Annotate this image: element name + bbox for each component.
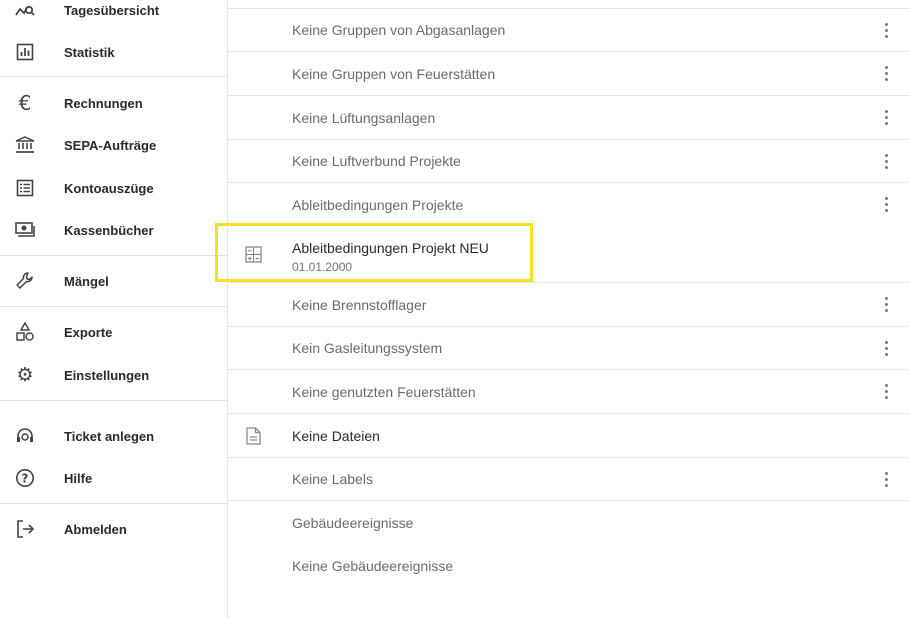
sidebar-divider <box>0 503 227 504</box>
sidebar-item-ticket-anlegen[interactable]: Ticket anlegen <box>0 418 227 454</box>
sidebar-item-label: Tagesübersicht <box>64 2 160 18</box>
sidebar-item-label: Ticket anlegen <box>64 428 155 444</box>
sidebar-item-label: Kassenbücher <box>64 222 154 238</box>
bar-chart-icon <box>15 42 35 62</box>
more-vert-icon[interactable] <box>878 382 894 402</box>
logout-icon <box>15 519 35 539</box>
list-item-label: Keine Brennstofflager <box>292 296 427 313</box>
sidebar-item-einstellungen[interactable]: ⚙ Einstellungen <box>0 357 227 393</box>
sidebar-item-label: SEPA-Aufträge <box>64 137 157 153</box>
sidebar-item-statistik[interactable]: Statistik <box>0 34 227 70</box>
list-item-label: Keine genutzten Feuerstätten <box>292 383 476 400</box>
sidebar-item-kassenbuecher[interactable]: Kassenbücher <box>0 212 227 248</box>
sidebar-divider <box>0 255 227 256</box>
sidebar-item-tagesuebersicht[interactable]: Tagesübersicht <box>0 0 227 28</box>
sidebar-item-label: Exporte <box>64 324 113 340</box>
list-item-files[interactable]: Keine Dateien <box>228 414 910 457</box>
more-vert-icon[interactable] <box>878 469 894 489</box>
list-item-label: Keine Gruppen von Feuerstätten <box>292 65 496 82</box>
list-document-icon <box>15 178 35 198</box>
svg-text:?: ? <box>22 472 29 486</box>
list-item-label: Keine Lüftungsanlagen <box>292 109 436 126</box>
sidebar-divider <box>0 400 227 401</box>
more-vert-icon[interactable] <box>878 108 894 128</box>
list-item[interactable]: Gebäudeereignisse <box>228 501 910 544</box>
list-item-label: Keine Dateien <box>292 427 380 444</box>
sidebar-item-rechnungen[interactable]: € Rechnungen <box>0 85 227 121</box>
list-item-label: Gebäudeereignisse <box>292 514 414 531</box>
more-vert-icon[interactable] <box>878 151 894 171</box>
shapes-icon <box>15 322 35 342</box>
list-item[interactable]: Keine Brennstofflager <box>228 283 910 326</box>
sidebar-item-maengel[interactable]: Mängel <box>0 263 227 299</box>
list-item-label: Keine Gebäudeereignisse <box>292 557 454 574</box>
list-item[interactable]: Keine Gruppen von Abgasanlagen <box>228 9 910 51</box>
list-item[interactable]: Keine Gruppen von Feuerstätten <box>228 52 910 95</box>
sidebar-item-label: Hilfe <box>64 470 93 486</box>
more-vert-icon[interactable] <box>878 295 894 315</box>
sidebar-item-kontoauszuege[interactable]: Kontoauszüge <box>0 170 227 206</box>
sidebar-item-label: Kontoauszüge <box>64 180 154 196</box>
more-vert-icon[interactable] <box>878 20 894 40</box>
list-item[interactable]: Ableitbedingungen Projekte <box>228 183 910 226</box>
main-list: Keine Gruppen von Abgasanlagen Keine Gru… <box>228 0 910 618</box>
list-item[interactable]: Keine Labels <box>228 458 910 500</box>
sidebar-divider <box>0 306 227 307</box>
document-icon <box>244 427 262 445</box>
more-vert-icon[interactable] <box>878 195 894 215</box>
list-item[interactable]: Keine Lüftungsanlagen <box>228 96 910 139</box>
list-item[interactable]: Keine Gebäudeereignisse <box>228 544 910 587</box>
sidebar-divider <box>0 76 227 77</box>
euro-icon: € <box>18 91 32 115</box>
sidebar-item-abmelden[interactable]: Abmelden <box>0 511 227 547</box>
list-item-label: Kein Gasleitungssystem <box>292 340 443 356</box>
wrench-icon <box>15 271 35 291</box>
list-item[interactable]: Keine Luftverbund Projekte <box>228 140 910 182</box>
sidebar-item-sepa-auftraege[interactable]: SEPA-Aufträge <box>0 127 227 163</box>
more-vert-icon[interactable] <box>878 338 894 358</box>
help-icon: ? <box>15 468 35 488</box>
cash-icon <box>15 220 35 240</box>
support-agent-icon <box>15 426 35 446</box>
list-item-label: Keine Gruppen von Abgasanlagen <box>292 22 506 38</box>
list-item-label: Keine Labels <box>292 471 373 487</box>
sidebar-item-label: Einstellungen <box>64 367 150 383</box>
sidebar-item-label: Statistik <box>64 44 115 60</box>
gear-icon: ⚙ <box>16 364 34 386</box>
list-item-label: Keine Luftverbund Projekte <box>292 153 461 169</box>
more-vert-icon[interactable] <box>878 64 894 84</box>
highlight-annotation <box>215 223 533 282</box>
sidebar-item-label: Mängel <box>64 273 109 289</box>
sidebar: Tagesübersicht Statistik € Rechnungen SE… <box>0 0 228 618</box>
list-item-label: Ableitbedingungen Projekte <box>292 196 464 213</box>
sidebar-item-label: Abmelden <box>64 521 127 537</box>
list-item[interactable]: Keine genutzten Feuerstätten <box>228 370 910 413</box>
sidebar-item-label: Rechnungen <box>64 95 143 111</box>
sidebar-item-hilfe[interactable]: ? Hilfe <box>0 460 227 496</box>
chart-search-icon <box>15 0 35 20</box>
bank-icon <box>15 135 35 155</box>
list-item[interactable]: Kein Gasleitungssystem <box>228 327 910 369</box>
sidebar-item-exporte[interactable]: Exporte <box>0 314 227 350</box>
